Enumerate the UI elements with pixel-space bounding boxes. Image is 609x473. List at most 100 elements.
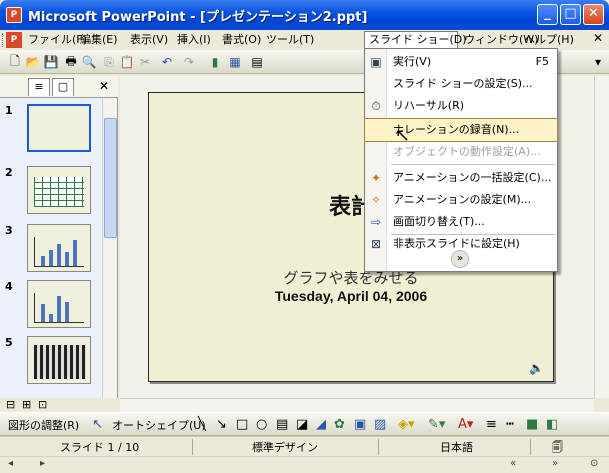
outline-tab[interactable]: ≡ <box>28 78 50 96</box>
next-slide-icon[interactable]: » <box>552 458 558 469</box>
menu-item-action-settings[interactable]: オブジェクトの動作設定(A)... <box>365 141 557 163</box>
menu-item-rehearse[interactable]: ⏱ リハーサル(R) <box>365 95 557 117</box>
select-objects-icon[interactable]: ↖ <box>92 417 103 432</box>
menu-item-setup-show[interactable]: スライド ショーの設定(S)... <box>365 73 557 95</box>
close-button[interactable]: ✕ <box>583 4 604 25</box>
status-divider <box>530 439 531 455</box>
sound-icon[interactable]: 🔈 <box>529 361 544 375</box>
menu-item-label: リハーサル(R) <box>393 99 465 112</box>
undo-icon[interactable]: ↶ <box>158 53 176 71</box>
vertical-scrollbar[interactable] <box>594 76 609 398</box>
wordart-icon[interactable]: ◪ <box>296 417 308 432</box>
document-icon[interactable]: P <box>6 32 22 48</box>
print-preview-icon[interactable]: 🔍 <box>80 53 98 71</box>
drawing-toolbar: 図形の調整(R) ↖ オートシェイプ(U) ╲ ↘ □ ○ ▤ ◪ ◢ ✿ ▣ … <box>0 412 609 436</box>
zoom-icon[interactable]: ⊙ <box>590 458 598 469</box>
tables-borders-icon[interactable]: ▤ <box>248 53 266 71</box>
slide-number: 3 <box>5 224 13 237</box>
shadow-icon[interactable]: ■ <box>526 417 538 432</box>
document-close-icon[interactable]: ✕ <box>593 31 603 45</box>
draw-menu-button[interactable]: 図形の調整(R) <box>8 417 79 433</box>
status-bar: スライド 1 / 10 標準デザイン 日本語 🗐 <box>0 436 609 456</box>
menu-item-label: オブジェクトの動作設定(A)... <box>393 145 541 158</box>
slideshow-menu-dropdown: ▣ 実行(V) F5 スライド ショーの設定(S)... ⏱ リハーサル(R) … <box>364 48 558 272</box>
table-icon[interactable]: ▦ <box>226 53 244 71</box>
textbox-icon[interactable]: ▤ <box>276 417 288 432</box>
chart-icon[interactable]: ▮ <box>206 53 224 71</box>
new-icon[interactable]: 🗋 <box>6 53 24 71</box>
line-color-icon[interactable]: ✎▾ <box>428 417 445 432</box>
oval-icon[interactable]: ○ <box>256 417 267 432</box>
menu-item-record-narration[interactable]: ナレーションの録音(N)... <box>364 118 558 142</box>
paste-icon[interactable]: 📋 <box>118 53 136 71</box>
line-icon[interactable]: ╲ <box>198 417 206 432</box>
menu-insert[interactable]: 挿入(I) <box>173 31 215 49</box>
menu-help[interactable]: ヘルプ(H) <box>520 31 578 49</box>
menu-view[interactable]: 表示(V) <box>126 31 172 49</box>
redo-icon[interactable]: ↷ <box>180 53 198 71</box>
menu-item-label: アニメーションの一括設定(C)... <box>393 171 552 184</box>
status-design: 標準デザイン <box>252 441 318 454</box>
first-icon[interactable]: ◂ <box>8 458 13 469</box>
cut-icon[interactable]: ✂ <box>136 53 154 71</box>
line-style-icon[interactable]: ≡ <box>486 417 497 432</box>
slide-thumbnail[interactable] <box>27 336 91 384</box>
menu-edit[interactable]: 編集(E) <box>76 31 122 49</box>
menu-item-transition[interactable]: ⇨ 画面切り替え(T)... <box>365 211 557 233</box>
picture-icon[interactable]: ▣ <box>354 417 366 432</box>
menu-bar: P ファイル(F) 編集(E) 表示(V) 挿入(I) 書式(O) ツール(T)… <box>0 30 609 50</box>
arrow-icon[interactable]: ↘ <box>216 417 227 432</box>
diagram-icon[interactable]: ◢ <box>316 417 326 432</box>
slide-number: 1 <box>5 104 13 117</box>
clipart-icon[interactable]: ✿ <box>334 417 345 432</box>
save-icon[interactable]: 💾 <box>42 53 60 71</box>
slide-thumbnail[interactable] <box>27 104 91 152</box>
print-icon[interactable]: 🖶 <box>62 53 80 71</box>
expand-menu-chevron-icon[interactable]: » <box>451 250 469 268</box>
normal-view-icon[interactable]: ⊟ <box>6 398 15 411</box>
scroll-right-icon[interactable]: ▸ <box>40 458 45 469</box>
open-icon[interactable]: 📂 <box>24 53 42 71</box>
status-slide-count: スライド 1 / 10 <box>60 441 140 454</box>
maximize-button[interactable]: □ <box>560 4 581 25</box>
rectangle-icon[interactable]: □ <box>236 417 248 432</box>
menu-item-custom-animation[interactable]: ✧ アニメーションの設定(M)... <box>365 189 557 211</box>
previous-slide-icon[interactable]: « <box>510 458 516 469</box>
menu-format[interactable]: 書式(O) <box>218 31 265 49</box>
minimize-button[interactable]: _ <box>537 4 558 25</box>
slide-thumbnail[interactable] <box>27 166 91 214</box>
toolbar-options-icon[interactable]: ▾ <box>589 53 607 71</box>
fill-color-icon[interactable]: ◈▾ <box>398 417 415 432</box>
powerpoint-app-icon[interactable]: P <box>6 7 22 23</box>
menu-item-label: スライド ショーの設定(S)... <box>393 77 533 90</box>
menu-slideshow[interactable]: スライド ショー(D) <box>364 31 467 49</box>
status-language: 日本語 <box>440 441 473 454</box>
scrollbar-thumb[interactable] <box>104 118 117 238</box>
slide-sorter-icon[interactable]: ⊞ <box>22 398 31 411</box>
copy-icon[interactable]: ⎘ <box>100 53 118 71</box>
menu-item-view-show[interactable]: ▣ 実行(V) F5 <box>365 51 557 73</box>
3d-style-icon[interactable]: ◧ <box>546 417 558 432</box>
slide-number: 2 <box>5 166 13 179</box>
menu-item-shortcut: F5 <box>535 55 549 68</box>
rehearse-icon: ⏱ <box>371 99 381 113</box>
horizontal-scrollbar[interactable] <box>120 398 594 412</box>
menu-grip <box>2 33 5 47</box>
insert-picture-icon[interactable]: ▨ <box>374 417 386 432</box>
slides-pane-scrollbar[interactable] <box>102 98 117 398</box>
slide-thumbnail[interactable] <box>27 224 91 272</box>
menu-separator <box>391 164 555 165</box>
title-bar: P Microsoft PowerPoint - [プレゼンテーション2.ppt… <box>0 0 609 30</box>
slideshow-view-icon[interactable]: ⊡ <box>38 398 47 411</box>
pane-close-icon[interactable]: ✕ <box>99 79 109 93</box>
slide-date[interactable]: Tuesday, April 04, 2006 <box>149 288 553 304</box>
font-color-icon[interactable]: A▾ <box>458 417 473 432</box>
menu-tools[interactable]: ツール(T) <box>262 31 318 49</box>
autoshapes-button[interactable]: オートシェイプ(U) <box>112 417 206 433</box>
dash-style-icon[interactable]: ┅ <box>506 417 514 432</box>
mouse-cursor-icon: ↖ <box>395 125 411 146</box>
slide-thumbnail[interactable] <box>27 280 91 328</box>
custom-animation-icon: ✧ <box>370 193 382 207</box>
menu-item-animation-schemes[interactable]: ✦ アニメーションの一括設定(C)... <box>365 167 557 189</box>
slides-tab[interactable]: ▢ <box>52 78 74 96</box>
